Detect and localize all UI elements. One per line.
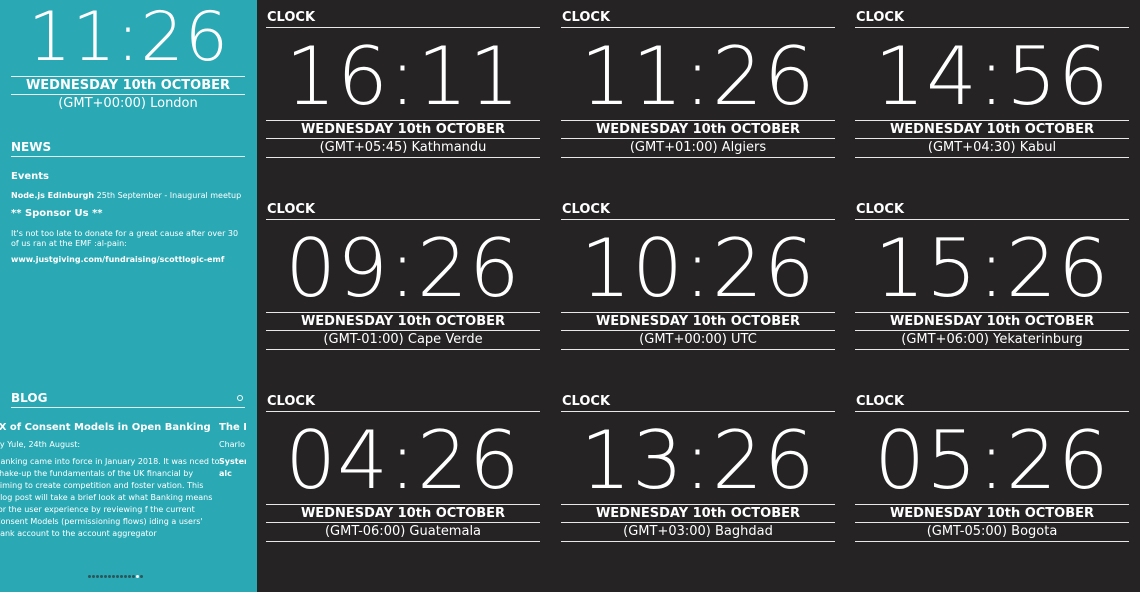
circle-icon <box>237 395 243 401</box>
pager-dot[interactable] <box>92 575 95 578</box>
sidebar: 11:26 WEDNESDAY 10th OCTOBER (GMT+00:00)… <box>0 0 257 592</box>
news-heading: NEWS <box>11 139 245 157</box>
clock-timezone: (GMT-05:00) Bogota <box>855 523 1129 542</box>
clock-label: CLOCK <box>856 394 905 409</box>
pager-dot[interactable] <box>120 575 123 578</box>
clock-time: 09:26 <box>285 222 521 315</box>
clock-label: CLOCK <box>267 202 316 217</box>
clock-timezone: (GMT+00:00) UTC <box>561 331 835 350</box>
blog-post-title[interactable]: The P <box>219 422 246 433</box>
clock-time: 11:26 <box>580 30 816 123</box>
clock-date: WEDNESDAY 10th OCTOBER <box>561 312 835 331</box>
clock-time: 14:56 <box>874 30 1110 123</box>
clock-label: CLOCK <box>267 394 316 409</box>
clock-date: WEDNESDAY 10th OCTOBER <box>855 120 1129 139</box>
clock-widget: CLOCK 09:26 WEDNESDAY 10th OCTOBER (GMT-01:… <box>266 192 540 352</box>
blog-heading: BLOG <box>11 390 245 408</box>
clock-time: 04:26 <box>285 414 521 507</box>
news-item-title: Node.js Edinburgh <box>11 191 95 200</box>
clock-timezone: (GMT-01:00) Cape Verde <box>266 331 540 350</box>
blog-post-body: System article and alc <box>219 457 246 478</box>
clock-timezone: (GMT-06:00) Guatemala <box>266 523 540 542</box>
clock-date: WEDNESDAY 10th OCTOBER <box>266 312 540 331</box>
pager-dot[interactable] <box>108 575 111 578</box>
local-timezone: (GMT+00:00) London <box>58 96 198 111</box>
clock-date: WEDNESDAY 10th OCTOBER <box>561 504 835 523</box>
clock-timezone: (GMT+05:45) Kathmandu <box>266 139 540 158</box>
news-sponsor-heading: ** Sponsor Us ** <box>11 208 103 219</box>
pager-dot[interactable] <box>112 575 115 578</box>
divider <box>855 219 1129 220</box>
clock-timezone: (GMT+06:00) Yekaterinburg <box>855 331 1129 350</box>
clock-label: CLOCK <box>562 394 611 409</box>
blog-post-author: ey Yule, 24th August: <box>0 440 81 449</box>
news-item-text: 25th September - Inaugural meetup <box>94 191 242 200</box>
divider <box>855 411 1129 412</box>
clock-timezone: (GMT+03:00) Baghdad <box>561 523 835 542</box>
clock-date: WEDNESDAY 10th OCTOBER <box>855 312 1129 331</box>
clock-time: 15:26 <box>874 222 1110 315</box>
pager-dot[interactable] <box>100 575 103 578</box>
divider <box>561 411 835 412</box>
blog-carousel[interactable]: IX of Consent Models in Open Banking ey … <box>0 418 246 548</box>
clock-date: WEDNESDAY 10th OCTOBER <box>855 504 1129 523</box>
clock-widget: CLOCK 11:26 WEDNESDAY 10th OCTOBER (GMT+01:… <box>561 0 835 160</box>
clock-label: CLOCK <box>562 10 611 25</box>
clock-date: WEDNESDAY 10th OCTOBER <box>561 120 835 139</box>
news-sponsor-link[interactable]: www.justgiving.com/fundraising/scottlogi… <box>11 255 224 264</box>
blog-pager[interactable] <box>88 575 143 578</box>
clock-label: CLOCK <box>562 202 611 217</box>
clock-timezone: (GMT+04:30) Kabul <box>855 139 1129 158</box>
pager-dot[interactable] <box>104 575 107 578</box>
clock-time: 05:26 <box>874 414 1110 507</box>
divider <box>266 219 540 220</box>
pager-dot[interactable] <box>96 575 99 578</box>
clock-date: WEDNESDAY 10th OCTOBER <box>266 504 540 523</box>
pager-dot[interactable] <box>128 575 131 578</box>
clock-widget: CLOCK 10:26 WEDNESDAY 10th OCTOBER (GMT+00:… <box>561 192 835 352</box>
divider <box>266 411 540 412</box>
divider <box>561 27 835 28</box>
news-sponsor-text: It's not too late to donate for a great … <box>11 229 239 248</box>
clock-widget: CLOCK 04:26 WEDNESDAY 10th OCTOBER (GMT-06:… <box>266 384 540 544</box>
clock-time: 10:26 <box>580 222 816 315</box>
clock-label: CLOCK <box>856 202 905 217</box>
pager-dot[interactable] <box>132 575 135 578</box>
blog-heading-label: BLOG <box>11 391 48 405</box>
clock-time: 16:11 <box>285 30 521 123</box>
divider <box>561 219 835 220</box>
pager-dot[interactable] <box>136 575 139 578</box>
clock-widget: CLOCK 15:26 WEDNESDAY 10th OCTOBER (GMT+06:… <box>855 192 1129 352</box>
clock-widget: CLOCK 16:11 WEDNESDAY 10th OCTOBER (GMT+05:… <box>266 0 540 160</box>
blog-post-body: Banking came into force in January 2018.… <box>0 457 220 538</box>
clock-widget: CLOCK 14:56 WEDNESDAY 10th OCTOBER (GMT+04:… <box>855 0 1129 160</box>
local-date: WEDNESDAY 10th OCTOBER <box>11 76 245 95</box>
news-item: Node.js Edinburgh 25th September - Inaug… <box>11 191 241 200</box>
pager-dot[interactable] <box>140 575 143 578</box>
blog-post-author: Charlo <box>219 440 245 449</box>
clock-date: WEDNESDAY 10th OCTOBER <box>266 120 540 139</box>
pager-dot[interactable] <box>116 575 119 578</box>
divider <box>855 27 1129 28</box>
local-time: 11:26 <box>28 0 229 77</box>
news-events-heading: Events <box>11 171 49 182</box>
clock-timezone: (GMT+01:00) Algiers <box>561 139 835 158</box>
divider <box>266 27 540 28</box>
clock-widget: CLOCK 05:26 WEDNESDAY 10th OCTOBER (GMT-05:… <box>855 384 1129 544</box>
clock-time: 13:26 <box>580 414 816 507</box>
clock-label: CLOCK <box>856 10 905 25</box>
clock-label: CLOCK <box>267 10 316 25</box>
pager-dot[interactable] <box>124 575 127 578</box>
pager-dot[interactable] <box>88 575 91 578</box>
clock-widget: CLOCK 13:26 WEDNESDAY 10th OCTOBER (GMT+03:… <box>561 384 835 544</box>
blog-post-title[interactable]: IX of Consent Models in Open Banking <box>0 422 211 433</box>
